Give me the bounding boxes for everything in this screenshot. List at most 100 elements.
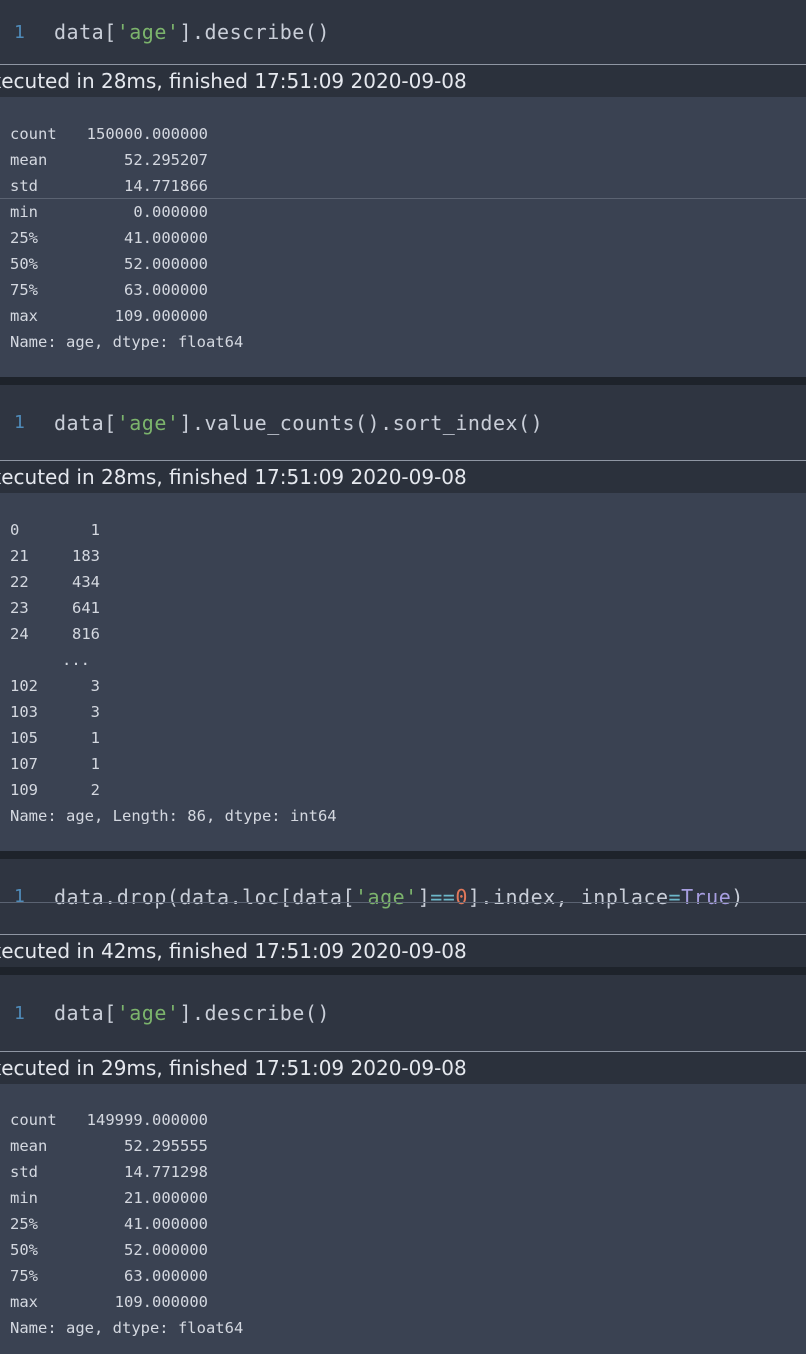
output-footer: Name: age, Length: 86, dtype: int64 bbox=[10, 807, 337, 825]
code-text[interactable]: data['age'].value_counts().sort_index() bbox=[54, 411, 543, 435]
execution-status-text: xecuted in 42ms, finished 17:51:09 2020-… bbox=[0, 939, 467, 963]
output-value: 52.000000 bbox=[124, 1241, 208, 1259]
code-token: data.drop(data.loc[data[ bbox=[54, 884, 355, 909]
output-row: 109 2 bbox=[10, 777, 100, 803]
code-token: True bbox=[681, 884, 732, 909]
output-row: 23 641 bbox=[10, 595, 100, 621]
code-text[interactable]: data.drop(data.loc[data['age']==0].index… bbox=[54, 885, 744, 909]
code-token: ].value_counts().sort_index() bbox=[179, 410, 544, 435]
code-token: 0 bbox=[455, 884, 468, 909]
code-token: 'age' bbox=[116, 410, 180, 435]
execution-status-text: xecuted in 28ms, finished 17:51:09 2020-… bbox=[0, 69, 467, 93]
output-index: 21 bbox=[10, 547, 29, 565]
cell-separator bbox=[0, 851, 806, 859]
output-value: 109.000000 bbox=[114, 307, 208, 325]
line-number: 1 bbox=[14, 886, 26, 907]
output-row: 24 816 bbox=[10, 621, 100, 647]
output-value: 1 bbox=[90, 755, 100, 773]
output-value: 21.000000 bbox=[124, 1189, 208, 1207]
output-value: 14.771866 bbox=[124, 177, 208, 195]
output-value: 150000.000000 bbox=[86, 125, 208, 143]
output-value: 63.000000 bbox=[124, 1267, 208, 1285]
code-cell-2-input[interactable]: 1 data['age'].value_counts().sort_index(… bbox=[0, 385, 806, 460]
code-text[interactable]: data['age'].describe() bbox=[54, 20, 330, 44]
output-row: 50% 52.000000 bbox=[10, 1237, 208, 1263]
output-value: 3 bbox=[90, 677, 100, 695]
output-index: 24 bbox=[10, 625, 29, 643]
code-text[interactable]: data['age'].describe() bbox=[54, 1001, 330, 1025]
output-row: mean 52.295555 bbox=[10, 1133, 208, 1159]
divider-line bbox=[0, 902, 806, 903]
output-index: 0 bbox=[10, 521, 20, 539]
output-index: min bbox=[10, 203, 38, 221]
code-line[interactable]: 1 data.drop(data.loc[data['age']==0].ind… bbox=[0, 859, 744, 934]
output-index: 75% bbox=[10, 281, 38, 299]
code-token: 'age' bbox=[116, 1001, 180, 1025]
code-cell-4-input[interactable]: 1 data['age'].describe() bbox=[0, 975, 806, 1051]
line-number: 1 bbox=[14, 412, 26, 433]
output-row: 107 1 bbox=[10, 751, 100, 777]
output-row: 75% 63.000000 bbox=[10, 277, 208, 303]
output-index: 23 bbox=[10, 599, 29, 617]
code-token: ].describe() bbox=[179, 20, 330, 44]
code-token: = bbox=[668, 884, 682, 909]
output-index: mean bbox=[10, 151, 48, 169]
code-token: == bbox=[430, 884, 456, 909]
code-line[interactable]: 1 data['age'].value_counts().sort_index(… bbox=[0, 385, 543, 460]
output-index: 102 bbox=[10, 677, 38, 695]
output-row: max 109.000000 bbox=[10, 303, 208, 329]
output-index: 109 bbox=[10, 781, 38, 799]
output-index: count bbox=[10, 1111, 57, 1129]
output-value: 641 bbox=[72, 599, 100, 617]
output-index: min bbox=[10, 1189, 38, 1207]
cell-2-output: 0 1 21 183 22 434 23 641 24 816... 102 3 103 3 105 1 107… bbox=[0, 493, 806, 851]
code-token: data[ bbox=[54, 20, 117, 44]
output-row: 105 1 bbox=[10, 725, 100, 751]
output-row: mean 52.295207 bbox=[10, 147, 208, 173]
line-number: 1 bbox=[14, 21, 26, 43]
output-value: 434 bbox=[72, 573, 100, 591]
code-token: 'age' bbox=[116, 20, 180, 44]
code-cell-1-input[interactable]: 1 data['age'].describe() bbox=[0, 0, 806, 64]
code-cell-3-input[interactable]: 1 data.drop(data.loc[data['age']==0].ind… bbox=[0, 859, 806, 934]
output-index: 103 bbox=[10, 703, 38, 721]
output-footer: Name: age, dtype: float64 bbox=[10, 333, 244, 351]
cell-4-output: count 149999.000000 mean 52.295555 std 14.771… bbox=[0, 1084, 806, 1354]
output-row: min 21.000000 bbox=[10, 1185, 208, 1211]
output-value: 183 bbox=[72, 547, 100, 565]
output-row: std 14.771298 bbox=[10, 1159, 208, 1185]
output-row: 75% 63.000000 bbox=[10, 1263, 208, 1289]
code-token: ].index, inplace bbox=[467, 884, 669, 909]
output-index: std bbox=[10, 177, 38, 195]
code-token: data[ bbox=[54, 410, 117, 435]
code-token: 'age' bbox=[354, 884, 418, 909]
output-row: count 150000.000000 bbox=[10, 121, 208, 147]
output-row: ... bbox=[10, 647, 100, 673]
output-index: 75% bbox=[10, 1267, 38, 1285]
output-value: 41.000000 bbox=[124, 229, 208, 247]
output-value: 1 bbox=[90, 729, 100, 747]
output-row: 21 183 bbox=[10, 543, 100, 569]
output-footer: Name: age, dtype: float64 bbox=[10, 1319, 244, 1337]
output-value: 1 bbox=[90, 521, 100, 539]
output-row: 102 3 bbox=[10, 673, 100, 699]
output-value: 41.000000 bbox=[124, 1215, 208, 1233]
output-index: 25% bbox=[10, 1215, 38, 1233]
output-row: count 149999.000000 bbox=[10, 1107, 208, 1133]
output-value: 52.000000 bbox=[124, 255, 208, 273]
cell-separator bbox=[0, 377, 806, 385]
output-index: count bbox=[10, 125, 57, 143]
code-line[interactable]: 1 data['age'].describe() bbox=[0, 0, 330, 64]
output-index: 22 bbox=[10, 573, 29, 591]
execution-status-text: xecuted in 29ms, finished 17:51:09 2020-… bbox=[0, 1056, 467, 1080]
output-row: 50% 52.000000 bbox=[10, 251, 208, 277]
output-index: std bbox=[10, 1163, 38, 1181]
output-row: 01 bbox=[10, 517, 100, 543]
output-index: max bbox=[10, 1293, 38, 1311]
output-index: 50% bbox=[10, 255, 38, 273]
output-value: 14.771298 bbox=[124, 1163, 208, 1181]
output-row: min 0.000000 bbox=[10, 199, 208, 225]
execution-status: xecuted in 28ms, finished 17:51:09 2020-… bbox=[0, 460, 806, 493]
output-value: 816 bbox=[72, 625, 100, 643]
code-line[interactable]: 1 data['age'].describe() bbox=[0, 975, 330, 1051]
